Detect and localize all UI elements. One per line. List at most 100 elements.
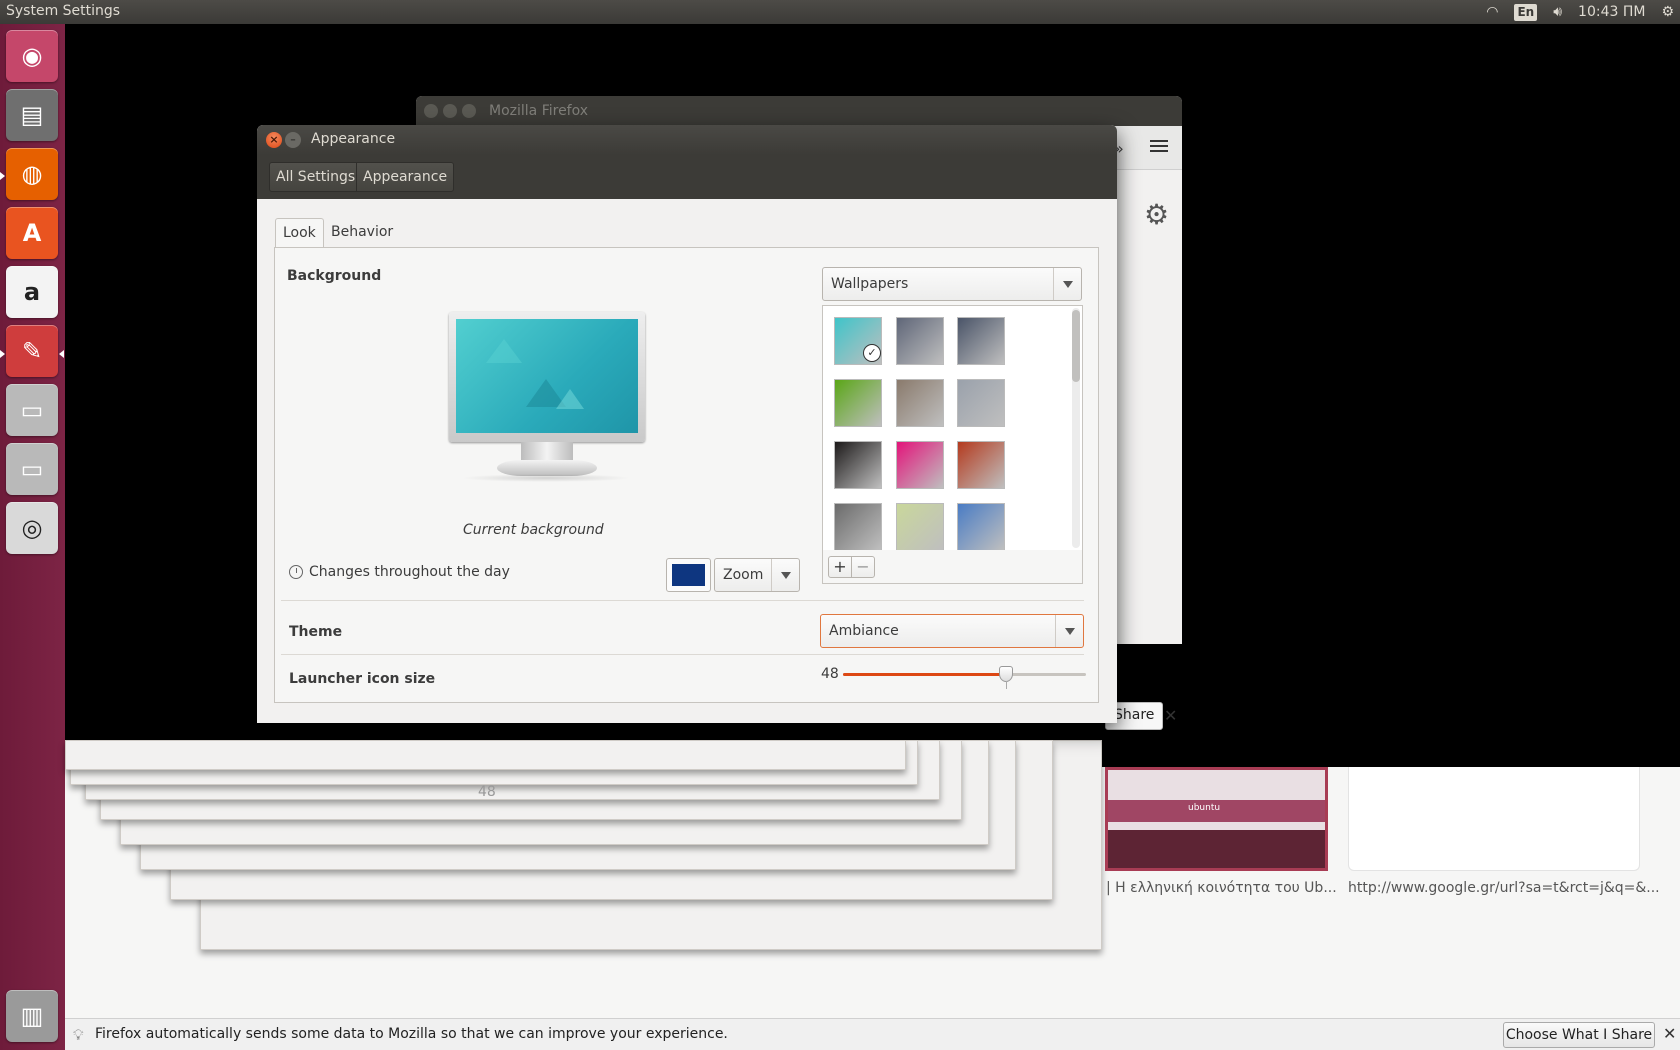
launcher-drive-2-icon[interactable]: ▭ xyxy=(6,443,58,495)
monitor-shadow xyxy=(461,474,631,482)
active-app-title: System Settings xyxy=(6,3,121,19)
zoom-mode-dropdown[interactable]: Zoom xyxy=(714,558,800,592)
color-swatch xyxy=(672,564,705,586)
thumb-caption-ubuntu-gr[interactable]: | Η ελληνική κοινότητα του Ub... xyxy=(1106,880,1337,896)
look-panel: Background Current background Changes th… xyxy=(274,247,1099,703)
divider xyxy=(281,600,1084,601)
chevron-down-icon xyxy=(771,559,799,591)
launcher-amazon-icon[interactable]: a xyxy=(6,266,58,318)
wifi-icon[interactable]: ◠ xyxy=(1486,2,1498,22)
firefox-data-notification: 💡︎ Firefox automatically sends some data… xyxy=(65,1018,1680,1050)
background-label: Background xyxy=(287,268,382,284)
tab-thumbnail-ubuntu-gr[interactable]: ubuntu xyxy=(1105,767,1328,871)
close-icon[interactable] xyxy=(424,104,438,118)
maximize-icon[interactable] xyxy=(462,104,476,118)
notification-message: Firefox automatically sends some data to… xyxy=(95,1026,728,1042)
changes-label: Changes throughout the day xyxy=(309,564,510,580)
thumb-logo-text: ubuntu xyxy=(1188,803,1221,813)
divider xyxy=(281,654,1084,655)
indicator-area: ◠ En 🔊︎ 10:43 ΠΜ ⚙ xyxy=(1486,2,1674,22)
monitor-preview xyxy=(449,312,645,442)
minimize-icon[interactable] xyxy=(443,104,457,118)
wallpaper-thumbnail[interactable] xyxy=(957,379,1005,427)
window-title: Appearance xyxy=(311,131,396,147)
gear-icon[interactable]: ⚙ xyxy=(1661,2,1674,22)
launcher-icon-size-value: 48 xyxy=(821,666,839,682)
current-background-preview xyxy=(456,319,638,433)
theme-dropdown[interactable]: Ambiance xyxy=(820,614,1084,648)
background-color-button[interactable] xyxy=(666,558,711,592)
lightbulb-icon: 💡︎ xyxy=(73,1026,84,1044)
theme-value: Ambiance xyxy=(829,623,899,639)
close-icon[interactable]: ✕ xyxy=(1663,1024,1676,1043)
appearance-window[interactable]: × – Appearance All Settings Appearance L… xyxy=(257,125,1117,723)
add-wallpaper-button[interactable]: + xyxy=(828,556,852,578)
chevron-down-icon xyxy=(1053,268,1081,300)
top-panel: System Settings ◠ En 🔊︎ 10:43 ΠΜ ⚙ xyxy=(0,0,1680,24)
launcher: ◉ ▤ ◍ Aa ✎ ▭ ▭ ◎ ▥ xyxy=(0,24,65,1050)
ghost-slider-value: 48 xyxy=(478,784,496,800)
clock[interactable]: 10:43 ΠΜ xyxy=(1578,2,1645,22)
launcher-software-center-icon[interactable]: A xyxy=(6,207,58,259)
current-background-caption: Current background xyxy=(463,522,604,538)
running-indicator xyxy=(0,172,5,180)
minimize-icon[interactable]: – xyxy=(285,132,301,148)
close-icon[interactable]: ✕ xyxy=(1164,706,1177,725)
appearance-titlebar[interactable]: × – Appearance xyxy=(257,125,1117,155)
tab-look[interactable]: Look xyxy=(275,218,324,248)
wallpaper-thumbnail[interactable] xyxy=(957,317,1005,365)
keyboard-layout-indicator[interactable]: En xyxy=(1514,3,1538,21)
wallpaper-thumbnail[interactable] xyxy=(957,441,1005,489)
wallpaper-add-remove-bar: + − xyxy=(822,550,1083,584)
stacked-window-ghost xyxy=(65,740,906,770)
remove-wallpaper-button[interactable]: − xyxy=(851,556,875,578)
hamburger-menu-icon[interactable] xyxy=(1147,137,1171,159)
thumb-caption-google[interactable]: http://www.google.gr/url?sa=t&rct=j&q=&.… xyxy=(1348,880,1660,896)
launcher-icon-size-slider[interactable] xyxy=(843,666,1086,689)
wallpaper-thumbnail[interactable] xyxy=(834,503,882,550)
tab-behavior[interactable]: Behavior xyxy=(324,218,400,248)
volume-icon[interactable]: 🔊︎ xyxy=(1553,2,1562,22)
wallpaper-grid: ✓ xyxy=(822,305,1083,551)
launcher-drive-1-icon[interactable]: ▭ xyxy=(6,384,58,436)
theme-label: Theme xyxy=(289,624,343,640)
changes-throughout-day: Changes throughout the day xyxy=(289,564,510,580)
close-icon[interactable]: × xyxy=(266,132,282,148)
launcher-files-icon[interactable]: ▤ xyxy=(6,89,58,141)
wallpaper-scrollbar[interactable] xyxy=(1072,308,1080,548)
wallpaper-thumbnail[interactable] xyxy=(834,441,882,489)
launcher-firefox-icon[interactable]: ◍ xyxy=(6,148,58,200)
firefox-titlebar[interactable]: Mozilla Firefox xyxy=(416,96,1182,126)
wallpaper-thumbnail[interactable] xyxy=(896,317,944,365)
slider-fill xyxy=(843,673,1006,676)
tab-thumbnail-google[interactable] xyxy=(1348,767,1640,871)
clock-icon xyxy=(289,565,303,579)
focused-indicator xyxy=(59,350,64,358)
launcher-trash-icon[interactable]: ▥ xyxy=(6,990,58,1042)
slider-handle[interactable] xyxy=(998,666,1013,682)
launcher-icon-size-label: Launcher icon size xyxy=(289,671,436,687)
wallpaper-source-value: Wallpapers xyxy=(831,276,909,292)
selected-check-icon: ✓ xyxy=(863,344,881,362)
slider-default-mark xyxy=(1005,681,1007,689)
gear-icon[interactable]: ⚙ xyxy=(1144,198,1169,231)
wallpaper-thumbnail[interactable] xyxy=(896,503,944,550)
zoom-mode-value: Zoom xyxy=(723,567,764,583)
chevron-down-icon xyxy=(1055,615,1083,647)
launcher-system-settings-icon[interactable]: ✎ xyxy=(6,325,58,377)
running-indicator xyxy=(0,350,5,358)
choose-what-i-share-button[interactable]: Choose What I Share xyxy=(1503,1022,1655,1048)
wallpaper-thumbnail[interactable] xyxy=(896,379,944,427)
wallpaper-thumbnail[interactable] xyxy=(834,379,882,427)
breadcrumb-appearance[interactable]: Appearance xyxy=(356,162,455,192)
firefox-window-title: Mozilla Firefox xyxy=(489,103,589,119)
wallpaper-thumbnail[interactable] xyxy=(896,441,944,489)
thumb-footer-band xyxy=(1108,830,1325,868)
launcher-dvd-icon[interactable]: ◎ xyxy=(6,502,58,554)
wallpaper-source-dropdown[interactable]: Wallpapers xyxy=(822,267,1082,301)
wallpaper-thumbnail[interactable]: ✓ xyxy=(834,317,882,365)
breadcrumb: All Settings Appearance xyxy=(257,155,1117,199)
breadcrumb-all-settings[interactable]: All Settings xyxy=(269,162,363,192)
wallpaper-thumbnail[interactable] xyxy=(957,503,1005,550)
launcher-dash-icon[interactable]: ◉ xyxy=(6,30,58,82)
